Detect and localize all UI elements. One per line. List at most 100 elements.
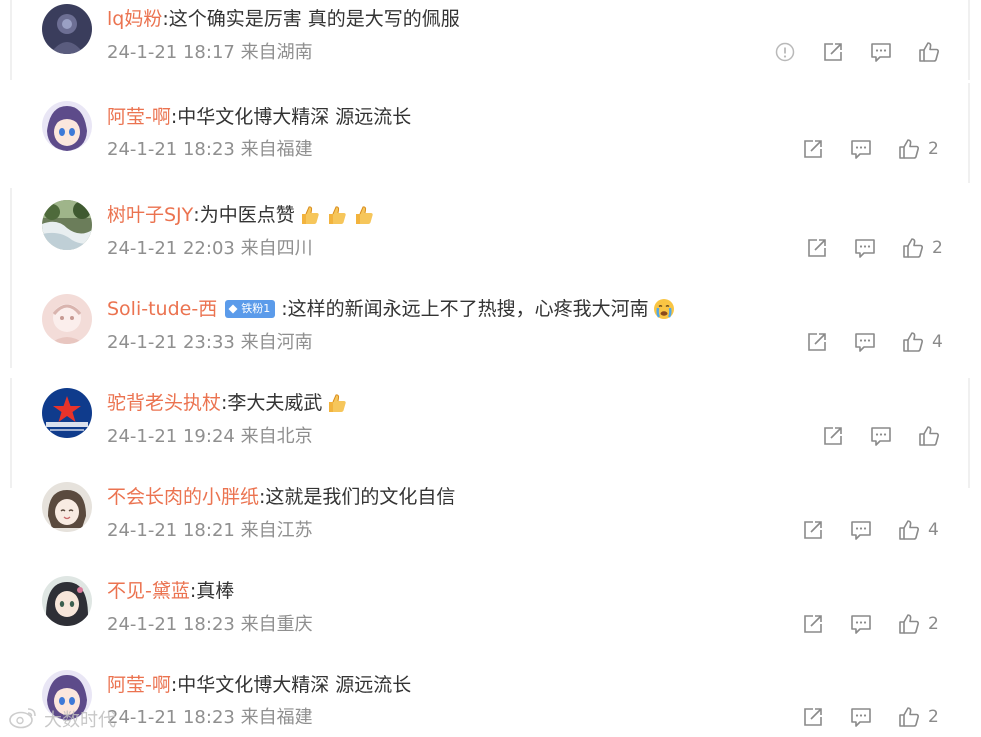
forward-button[interactable] <box>802 519 824 541</box>
comment-location: 来自湖南 <box>240 42 313 63</box>
comment-location: 来自福建 <box>240 707 313 728</box>
comment-meta: 24-1-21 23:33 来自河南 <box>107 331 313 355</box>
comment-time: 24-1-21 23:33 <box>107 332 235 353</box>
comment-location: 来自四川 <box>240 238 313 259</box>
fan-badge-label: 铁粉1 <box>241 302 271 315</box>
thumbs-up-emoji <box>325 203 349 227</box>
comment-location: 来自重庆 <box>240 614 313 635</box>
comment-time: 24-1-21 18:23 <box>107 707 235 728</box>
thumbs-up-emoji <box>298 203 322 227</box>
avatar[interactable] <box>42 388 92 438</box>
forward-icon <box>802 613 824 635</box>
reply-button[interactable] <box>854 237 876 259</box>
forward-button[interactable] <box>802 706 824 728</box>
comment-text: 这就是我们的文化自信 <box>265 486 456 508</box>
like-button[interactable] <box>918 425 948 447</box>
username-link[interactable]: lq妈粉 <box>107 6 162 32</box>
like-button[interactable]: 2 <box>898 138 939 160</box>
reply-button[interactable] <box>854 331 876 353</box>
avatar[interactable] <box>42 482 92 532</box>
comment-meta: 24-1-21 19:24 来自北京 <box>107 425 313 449</box>
comment-line: 阿莹-啊: 中华文化博大精深 源远流长 <box>107 672 411 698</box>
avatar[interactable] <box>42 294 92 344</box>
reply-icon <box>854 331 876 353</box>
forward-icon <box>806 237 828 259</box>
avatar[interactable] <box>42 576 92 626</box>
comment-meta: 24-1-21 18:17 来自湖南 <box>107 41 313 65</box>
comment-time: 24-1-21 18:23 <box>107 614 235 635</box>
forward-button[interactable] <box>802 613 824 635</box>
comment-actions: 2 <box>802 611 939 637</box>
username-link[interactable]: 不见-黛蓝 <box>107 578 190 604</box>
comment-feed: lq妈粉: 这个确实是厉害 真的是大写的佩服 24-1-21 18:17 来自湖南 <box>0 0 981 737</box>
username-link[interactable]: 不会长肉的小胖纸 <box>107 484 259 510</box>
reply-button[interactable] <box>850 613 872 635</box>
avatar[interactable] <box>42 4 92 54</box>
comment-actions <box>822 423 948 449</box>
like-button[interactable]: 2 <box>902 237 943 259</box>
comment-item: 不会长肉的小胖纸: 这就是我们的文化自信 24-1-21 18:21 来自江苏 4 <box>0 470 981 564</box>
username-link[interactable]: Soli-tude-西 <box>107 296 217 322</box>
comment-meta: 24-1-21 18:23 来自重庆 <box>107 613 313 637</box>
fan-badge[interactable]: 铁粉1 <box>225 300 276 318</box>
comment-line: 不会长肉的小胖纸: 这就是我们的文化自信 <box>107 484 455 510</box>
like-button[interactable] <box>918 41 948 63</box>
comment-item: 阿莹-啊: 中华文化博大精深 源远流长 24-1-21 18:23 来自福建 2 <box>0 94 981 188</box>
comment-actions: 4 <box>802 517 939 543</box>
like-count: 2 <box>928 139 939 159</box>
comment-text: 这样的新闻永远上不了热搜，心疼我大河南 <box>287 298 649 320</box>
avatar[interactable] <box>42 200 92 250</box>
forward-button[interactable] <box>822 41 844 63</box>
report-button[interactable] <box>774 41 796 63</box>
username-link[interactable]: 阿莹-啊 <box>107 104 171 130</box>
comment-line: 树叶子SJY: 为中医点赞 <box>107 202 376 228</box>
watermark-text: 大数时代 <box>44 710 116 731</box>
comment-location: 来自北京 <box>240 426 313 447</box>
reply-icon <box>850 519 872 541</box>
comment-time: 24-1-21 19:24 <box>107 426 235 447</box>
comment-line: lq妈粉: 这个确实是厉害 真的是大写的佩服 <box>107 6 460 32</box>
report-icon <box>774 41 796 63</box>
username-link[interactable]: 树叶子SJY <box>107 202 193 228</box>
comment-line: 不见-黛蓝: 真棒 <box>107 578 234 604</box>
comment-text: 中华文化博大精深 源远流长 <box>177 674 412 696</box>
like-button[interactable]: 4 <box>902 331 943 353</box>
like-icon <box>902 237 924 259</box>
reply-button[interactable] <box>870 425 892 447</box>
comment-text: 这个确实是厉害 真的是大写的佩服 <box>168 8 460 30</box>
reply-button[interactable] <box>850 138 872 160</box>
forward-button[interactable] <box>806 237 828 259</box>
comment-item: 不见-黛蓝: 真棒 24-1-21 18:23 来自重庆 2 <box>0 564 981 658</box>
comment-item: 树叶子SJY: 为中医点赞 24-1-21 22:03 来自四川 2 <box>0 188 981 282</box>
comment-text: 中华文化博大精深 源远流长 <box>177 106 412 128</box>
comment-actions: 4 <box>806 329 943 355</box>
reply-button[interactable] <box>850 519 872 541</box>
reply-button[interactable] <box>850 706 872 728</box>
like-button[interactable]: 2 <box>898 706 939 728</box>
forward-icon <box>802 138 824 160</box>
like-icon <box>898 706 920 728</box>
diamond-icon <box>228 304 238 314</box>
reply-button[interactable] <box>870 41 892 63</box>
like-icon <box>898 138 920 160</box>
like-count: 2 <box>928 707 939 727</box>
comment-text: 真棒 <box>196 580 235 602</box>
comment-time: 24-1-21 22:03 <box>107 238 235 259</box>
forward-icon <box>806 331 828 353</box>
forward-icon <box>822 41 844 63</box>
like-button[interactable]: 2 <box>898 613 939 635</box>
forward-button[interactable] <box>822 425 844 447</box>
like-icon <box>918 41 940 63</box>
username-link[interactable]: 驼背老头执杖 <box>107 390 221 416</box>
comment-time: 24-1-21 18:21 <box>107 520 235 541</box>
like-button[interactable]: 4 <box>898 519 939 541</box>
comment-item: lq妈粉: 这个确实是厉害 真的是大写的佩服 24-1-21 18:17 来自湖南 <box>0 0 981 94</box>
avatar[interactable] <box>42 101 92 151</box>
comment-meta: 24-1-21 18:23 来自福建 <box>107 706 313 730</box>
reply-icon <box>854 237 876 259</box>
username-link[interactable]: 阿莹-啊 <box>107 672 171 698</box>
reply-icon <box>850 706 872 728</box>
forward-button[interactable] <box>806 331 828 353</box>
forward-button[interactable] <box>802 138 824 160</box>
like-icon <box>918 425 940 447</box>
